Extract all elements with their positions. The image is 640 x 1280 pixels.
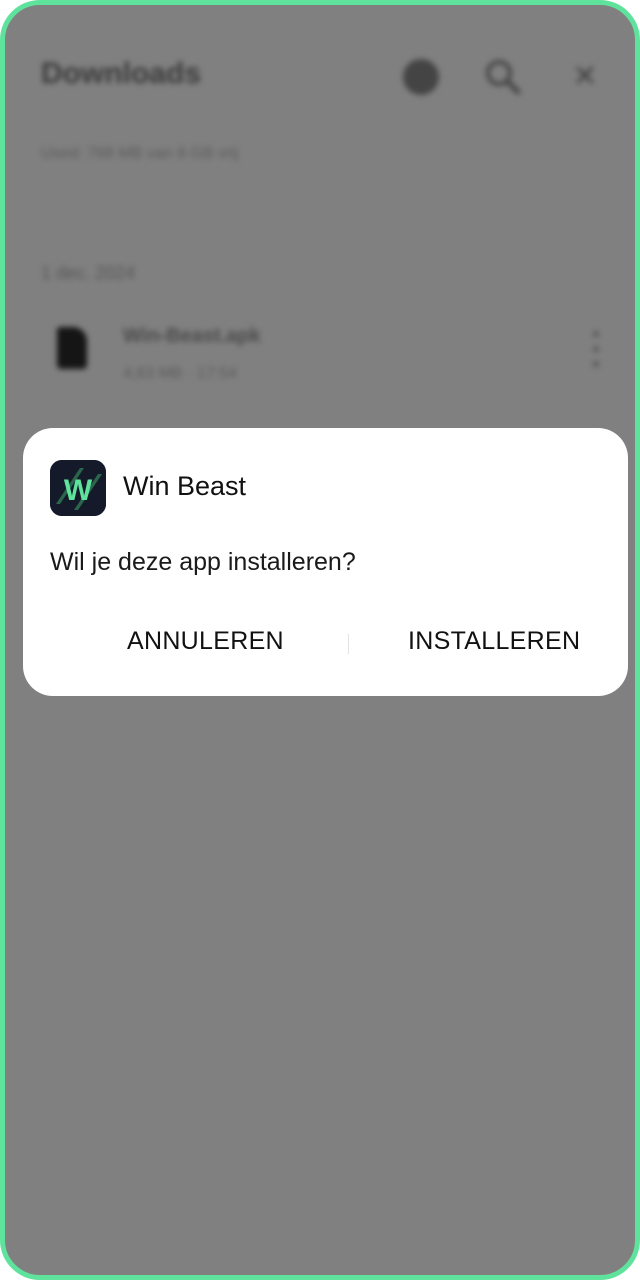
page-title: Downloads [41,57,202,90]
date-header: 1 dec. 2024 [41,263,136,283]
cancel-button[interactable]: ANNULEREN [127,624,284,658]
install-question: Wil je deze app installeren? [50,548,356,576]
storage-text: Used: 768 MB van 8 GB vrij [41,145,239,162]
more-icon [591,331,601,367]
search-icon [483,57,523,97]
file-name: Win-Beast.apk [123,325,261,347]
file-meta: 4,63 MB · 17:54 [123,365,237,382]
install-dialog: W Win Beast Wil je deze app installeren?… [23,428,628,696]
app-name: Win Beast [123,471,247,501]
button-divider [348,634,349,654]
install-button[interactable]: INSTALLEREN [408,624,580,658]
close-icon: ✕ [572,60,598,93]
phone-frame: Downloads ✕ Used: 768 MB van 8 GB vrij 1… [0,0,640,1280]
gear-icon [401,57,441,97]
file-icon [57,327,87,369]
app-logo-letter: W [64,474,93,507]
app-logo-icon: W [50,460,106,516]
